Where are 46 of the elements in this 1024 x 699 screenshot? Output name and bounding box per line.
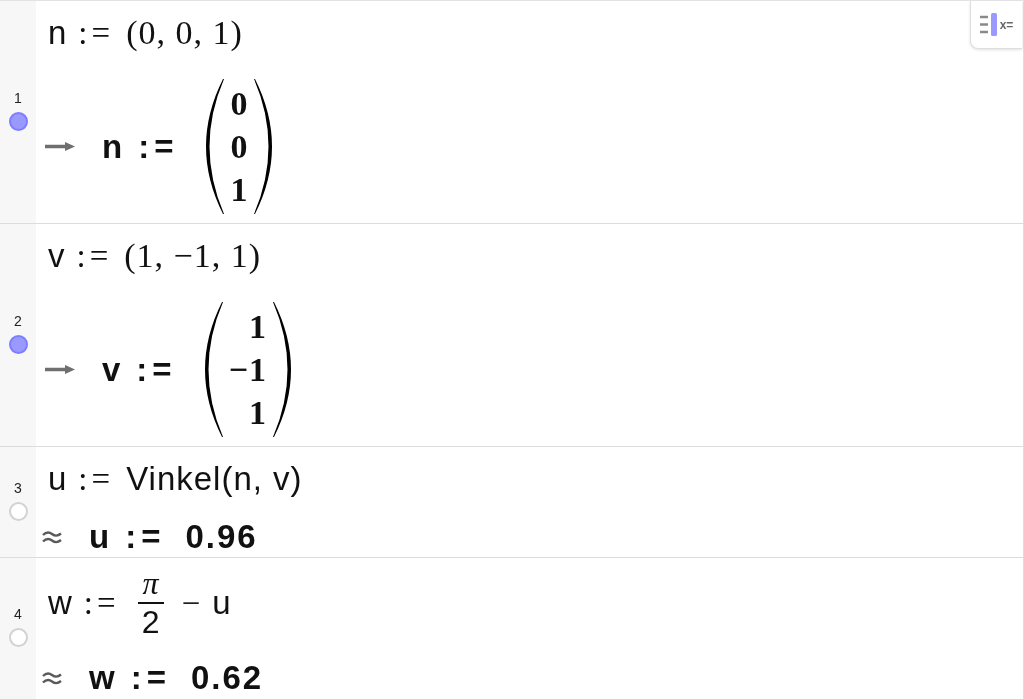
list-bar-icon (979, 13, 998, 36)
assign-operator: := (136, 349, 177, 390)
arrow-icon (45, 140, 75, 153)
variable-name: u (48, 459, 67, 499)
assign-operator: := (76, 237, 113, 276)
result-value: 0.96 (185, 517, 258, 557)
toggle-label: x= (999, 18, 1014, 31)
parenthesis-icon (273, 302, 291, 437)
row-number: 4 (14, 606, 22, 622)
vector-entry: 1 (249, 393, 267, 433)
algebra-toggle-button[interactable]: x= (970, 1, 1022, 49)
row-number: 1 (14, 89, 22, 106)
assign-operator: := (78, 14, 115, 53)
minus-operator: − (181, 584, 201, 623)
assign-operator: := (138, 126, 179, 167)
variable-name: v (48, 236, 65, 276)
vector-entry: −1 (228, 350, 267, 390)
variable-name: w (89, 658, 115, 698)
variable-name: n (102, 126, 123, 167)
variable-name: v (102, 349, 121, 390)
arrow-icon (45, 363, 75, 376)
expression-text: u (212, 583, 232, 623)
assign-operator: := (125, 517, 166, 557)
assign-operator: := (130, 658, 171, 698)
fraction-denominator: 2 (141, 604, 160, 640)
approximately-equal-icon (42, 530, 62, 544)
variable-name: n (48, 13, 67, 53)
row-number: 2 (14, 312, 22, 329)
vector-entry: 1 (230, 170, 249, 210)
expression-text: Vinkel(n, v) (126, 459, 303, 499)
parenthesis-icon (206, 79, 225, 214)
variable-name: u (89, 517, 110, 557)
approximately-equal-icon (42, 671, 62, 685)
fraction-numerator: π (142, 566, 159, 602)
parenthesis-icon (204, 302, 223, 437)
assign-operator: := (83, 584, 120, 623)
result-value: 0.62 (190, 658, 264, 698)
vector-entry: 0 (230, 127, 249, 167)
coordinate-tuple: (0, 0, 1) (126, 13, 243, 53)
vector-entry: 0 (230, 84, 249, 124)
assign-operator: := (78, 460, 115, 499)
coordinate-tuple: (1, −1, 1) (124, 236, 262, 276)
vector-entry: 1 (249, 307, 267, 347)
row-number: 3 (14, 479, 22, 496)
parenthesis-icon (254, 79, 273, 214)
variable-name: w (48, 583, 72, 623)
